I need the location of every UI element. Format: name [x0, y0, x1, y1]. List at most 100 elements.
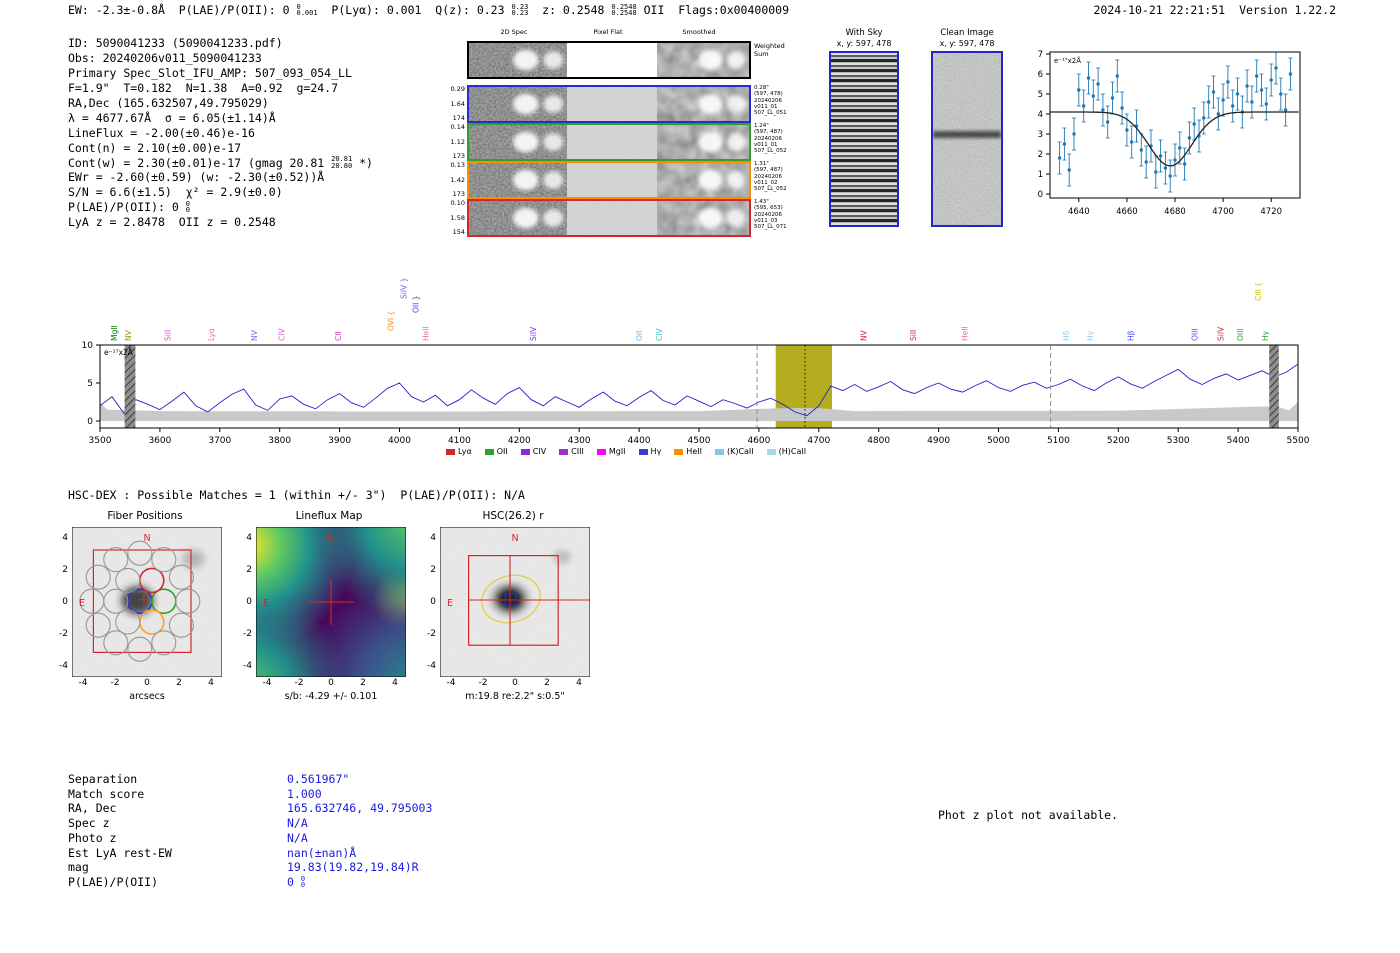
emission-line-label: CII [334, 331, 343, 341]
col-header-smoothed: Smoothed [682, 28, 715, 36]
x-tick-label: 3900 [328, 436, 351, 446]
withsky-image [829, 51, 899, 227]
fiber-row-3: 0.131.421731.31"(597, 487)20240206v011_0… [447, 161, 817, 199]
clean-coords: x, y: 597, 478 [928, 39, 1006, 48]
weight-value: 174 [453, 115, 465, 122]
fiber-id-labels: 0.28"(597, 478)20240206v011_01507_LL_051 [751, 85, 810, 123]
cutout-title: Lineflux Map [234, 510, 424, 527]
spec2d-strip [469, 43, 567, 77]
x-tick-label: 3600 [148, 436, 171, 446]
y-axis-ticks: 420-2-4 [234, 527, 256, 677]
x-tick-label: 4500 [688, 436, 711, 446]
spec2d-image-group [467, 123, 751, 161]
spec2d-strip [657, 163, 749, 197]
catalog-match-header: HSC-DEX : Possible Matches = 1 (within +… [68, 488, 525, 502]
spec2d-flat-image [567, 201, 657, 235]
x-tick-label: 4 [576, 678, 582, 688]
legend-item: Hγ [639, 447, 662, 456]
fiber-id-labels: WeightedSum [751, 41, 810, 79]
legend-label: (K)CaII [727, 447, 754, 456]
text-segment: OII Flags:0x00400009 [637, 3, 789, 17]
detection-info: ID: 5090041233 (5090041233.pdf)Obs: 2024… [68, 36, 373, 230]
weight-value: 173 [453, 191, 465, 198]
spec2d-spec-image [469, 163, 567, 197]
east-label: E [263, 598, 269, 609]
emission-line-label: SiIV [1217, 326, 1226, 341]
info-line-8: Cont(w) = 2.30(±0.01)e-17 (gmag 20.81 20… [68, 155, 373, 170]
emission-line-label: MgII [110, 325, 119, 341]
x-tick-label: 4900 [927, 436, 950, 446]
info-line-5: λ = 4677.67Å σ = 6.05(±1.14)Å [68, 110, 373, 125]
x-tick-label: 4800 [867, 436, 890, 446]
sup-sub-value: 00 [301, 876, 305, 889]
cutout-caption: s/b: -4.29 +/- 0.101 [256, 691, 406, 702]
match-table: Separation0.561967"Match score1.000RA, D… [68, 772, 432, 890]
match-row-label: Photo z [68, 831, 287, 846]
lineflux-map-plot: NE [256, 527, 406, 677]
x-tick-label: 4700 [1212, 207, 1234, 217]
spec2d-strip [567, 87, 657, 121]
match-row-value: 19.83(19.82,19.84)R [287, 860, 419, 875]
info-line-9: EWr = -2.60(±0.59) (w: -2.30(±0.52))Å [68, 170, 373, 185]
info-line-1: Obs: 20240206v011_5090041233 [68, 51, 373, 66]
emission-line-label: OIII [1236, 328, 1245, 341]
emission-line-label: OII } [412, 296, 421, 313]
lineflux-overlay-svg: NE [256, 527, 406, 677]
x-tick-label: -4 [79, 678, 88, 688]
spec2d-strip [567, 163, 657, 197]
fiber-weight-labels: 0.101.58154 [447, 199, 467, 237]
legend-swatch [767, 449, 776, 455]
fiber-id-labels: 1.43"(595, 653)20240206v011_03507_LL_071 [751, 199, 810, 237]
sup-sub-value: 20.8120.80 [331, 156, 352, 169]
y-tick-label: 3 [1038, 130, 1043, 140]
emission-line-label: Hβ [1126, 330, 1135, 341]
x-tick-label: 2 [176, 678, 182, 688]
fiber-weight-labels: 0.131.42173 [447, 161, 467, 199]
clean-image [931, 51, 1003, 227]
emission-line-label: SiII [164, 330, 173, 341]
spec2d-image-group [467, 161, 751, 199]
hsc-image-plot: NE [440, 527, 590, 677]
match-row: Est LyA rest-EWnan(±nan)Å [68, 846, 432, 861]
spec2d-image-group [467, 41, 751, 79]
weighted-sum-row: WeightedSum [447, 41, 817, 79]
text-segment: P(Lyα): 0.001 Q(z): 0.23 [318, 3, 512, 17]
info-line-7: Cont(n) = 2.10(±0.00)e-17 [68, 140, 373, 155]
fiber-row-2: 0.141.121731.24"(597, 487)20240206v011_0… [447, 123, 817, 161]
text-segment: Cont(n) = 2.10(±0.00)e-17 [68, 141, 241, 155]
emission-line-label: Hγ [1086, 330, 1095, 341]
legend-swatch [674, 449, 683, 455]
legend-swatch [639, 449, 648, 455]
full-spectrum-plot: 3500360037003800390040004100420043004400… [52, 268, 1312, 461]
fiber-positions-plot: NE [72, 527, 222, 677]
text-segment: P(LAE)/P(OII): 0 [165, 3, 297, 17]
emission-line-label: HeII [421, 326, 430, 341]
weight-value: 0.14 [451, 124, 465, 131]
legend-item: (H)CaII [767, 447, 806, 456]
text-segment: EW: -2.3±-0.8Å [68, 3, 165, 17]
legend-item: Lyα [446, 447, 472, 456]
x-tick-label: 4680 [1164, 207, 1186, 217]
weight-value: 0.10 [451, 200, 465, 207]
match-row-label: P(LAE)/P(OII) [68, 875, 287, 890]
y-tick-label: 0 [430, 597, 436, 607]
match-row: Photo zN/A [68, 831, 432, 846]
report-meta: 2024-10-21 22:21:51Version 1.22.2 [1080, 3, 1337, 17]
cutout-lineflux-map: Lineflux Map 420-2-4 NE -4-2024 s/b: -4.… [234, 510, 424, 702]
fiber-row-4: 0.101.58154 1.43"(595, 653)20240206v011_0… [447, 199, 817, 237]
withsky-title: With Sky [826, 28, 902, 38]
legend-label: (H)CaII [779, 447, 806, 456]
x-tick-label: 2 [360, 678, 366, 688]
y-tick-label: 2 [246, 565, 252, 575]
north-label: N [511, 533, 518, 544]
x-tick-label: 4100 [448, 436, 471, 446]
x-tick-label: 2 [544, 678, 550, 688]
spec2d-spec-image [469, 201, 567, 235]
x-tick-label: 4 [392, 678, 398, 688]
text-segment: F=1.9" T=0.182 N=1.38 A=0.92 g=24.7 [68, 81, 338, 95]
x-tick-label: 5100 [1047, 436, 1070, 446]
spectrum-legend: LyαOIICIVCIIIMgIIHγHeII(K)CaII(H)CaII [446, 447, 806, 456]
x-tick-label: 5200 [1107, 436, 1130, 446]
text-segment: Obs: 20240206v011_5090041233 [68, 51, 262, 65]
info-line-6: LineFlux = -2.00(±0.46)e-16 [68, 125, 373, 140]
